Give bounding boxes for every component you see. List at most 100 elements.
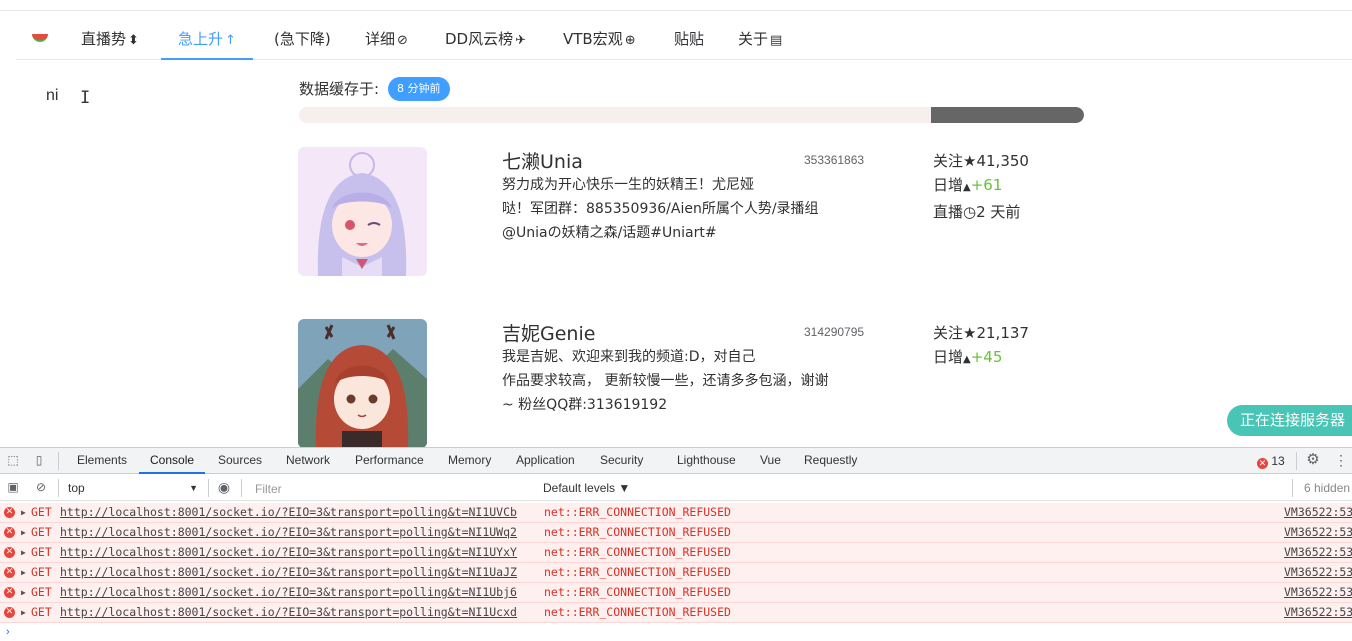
expand-triangle-icon[interactable]: ▶ xyxy=(21,583,26,602)
log-source-link[interactable]: VM36522:53 xyxy=(1284,563,1352,582)
vtb-name[interactable]: 吉妮Genie xyxy=(502,319,595,346)
error-icon: ✕ xyxy=(4,547,15,558)
vtb-stats: 关注★41,350 日增▲+61 直播◷2 天前 xyxy=(933,149,1029,224)
tab-elements[interactable]: Elements xyxy=(77,448,127,474)
tab-requestly[interactable]: Requestly xyxy=(804,448,857,474)
nav-item-live[interactable]: 直播势 ⬍ xyxy=(64,20,156,60)
nav-item-rising[interactable]: 急上升 ↑ xyxy=(161,20,253,60)
zoom-in-icon: ⊕ xyxy=(624,33,636,48)
tab-application[interactable]: Application xyxy=(516,448,575,474)
console-toolbar: ▣ ⊘ top ▼ ◉ Filter Default levels ▼ 6 hi… xyxy=(0,475,1352,501)
more-vertical-icon[interactable]: ⋮ xyxy=(1334,453,1348,467)
star-icon: ★ xyxy=(963,324,977,342)
device-toggle-icon[interactable]: ▯ xyxy=(32,453,46,467)
log-error-text: net::ERR_CONNECTION_REFUSED xyxy=(544,565,731,579)
error-counter[interactable]: ✕ 13 xyxy=(1257,454,1285,469)
nav-item-detail[interactable]: 详细 ⊘ xyxy=(348,20,425,60)
clock-icon: ◷ xyxy=(963,203,977,221)
log-url-link[interactable]: http://localhost:8001/socket.io/?EIO=3&t… xyxy=(60,583,517,602)
caret-up-icon: ▲ xyxy=(963,354,971,365)
log-source-link[interactable]: VM36522:53 xyxy=(1284,583,1352,602)
expand-triangle-icon[interactable]: ▶ xyxy=(21,603,26,622)
console-log-list: ✕ ▶ GET http://localhost:8001/socket.io/?… xyxy=(0,503,1352,623)
vtb-avatar[interactable] xyxy=(298,319,427,447)
log-url-link[interactable]: http://localhost:8001/socket.io/?EIO=3&t… xyxy=(60,523,517,542)
document-icon: ▤ xyxy=(770,33,783,48)
expand-triangle-icon[interactable]: ▶ xyxy=(21,503,26,522)
daily-growth: +45 xyxy=(970,348,1003,366)
log-source-link[interactable]: VM36522:53 xyxy=(1284,503,1352,522)
nav-item-about[interactable]: 关于 ▤ xyxy=(721,20,799,60)
send-icon: ✈ xyxy=(515,33,527,48)
cache-time-badge: 8 分钟前 xyxy=(388,77,450,101)
tab-vue[interactable]: Vue xyxy=(760,448,781,474)
log-method: GET xyxy=(31,605,52,619)
text-cursor-icon: I xyxy=(80,88,91,108)
live-stat: 直播◷2 天前 xyxy=(933,200,1029,224)
daily-label: 日增 xyxy=(933,176,964,194)
log-url-link[interactable]: http://localhost:8001/socket.io/?EIO=3&t… xyxy=(60,563,517,582)
nav-item-dd-ranking[interactable]: DD风云榜 ✈ xyxy=(428,20,543,60)
log-error-text: net::ERR_CONNECTION_REFUSED xyxy=(544,605,731,619)
vtb-sign-line: ~ 粉丝QQ群:313619192 xyxy=(502,397,668,413)
console-error-row[interactable]: ✕ ▶ GET http://localhost:8001/socket.io/?… xyxy=(0,563,1352,583)
tab-network[interactable]: Network xyxy=(286,448,330,474)
connecting-status-button[interactable]: 正在连接服务器 xyxy=(1227,405,1352,436)
console-error-row[interactable]: ✕ ▶ GET http://localhost:8001/socket.io/?… xyxy=(0,523,1352,543)
vtb-sign-line: 作品要求较高， 更新较慢一些，还请多多包涵，谢谢 xyxy=(502,373,829,389)
compass-icon: ⊘ xyxy=(397,33,408,48)
log-source-link[interactable]: VM36522:53 xyxy=(1284,603,1352,622)
tab-console[interactable]: Console xyxy=(139,448,206,474)
tab-sources[interactable]: Sources xyxy=(218,448,262,474)
console-prompt[interactable]: › xyxy=(0,626,1352,641)
refresh-progress-bar xyxy=(299,107,1084,123)
nav-logo[interactable] xyxy=(16,20,64,60)
log-url-link[interactable]: http://localhost:8001/socket.io/?EIO=3&t… xyxy=(60,603,517,622)
tab-performance[interactable]: Performance xyxy=(355,448,424,474)
vtb-avatar[interactable] xyxy=(298,147,427,276)
daily-growth: +61 xyxy=(970,176,1003,194)
log-source-link[interactable]: VM36522:53 xyxy=(1284,543,1352,562)
vtb-sign-line: @Uniaの妖精之森/话题#Uniart# xyxy=(502,225,717,241)
expand-triangle-icon[interactable]: ▶ xyxy=(21,563,26,582)
log-url-link[interactable]: http://localhost:8001/socket.io/?EIO=3&t… xyxy=(60,543,517,562)
nav-item-tietie[interactable]: 贴贴 xyxy=(657,20,721,60)
console-error-row[interactable]: ✕ ▶ GET http://localhost:8001/socket.io/?… xyxy=(0,583,1352,603)
log-url-link[interactable]: http://localhost:8001/socket.io/?EIO=3&t… xyxy=(60,503,517,522)
arrow-up-icon: ↑ xyxy=(225,33,236,48)
console-error-row[interactable]: ✕ ▶ GET http://localhost:8001/socket.io/?… xyxy=(0,603,1352,623)
log-method: GET xyxy=(31,505,52,519)
sidebar-toggle-icon[interactable]: ▣ xyxy=(6,480,20,494)
console-error-row[interactable]: ✕ ▶ GET http://localhost:8001/socket.io/?… xyxy=(0,543,1352,563)
tab-memory[interactable]: Memory xyxy=(448,448,491,474)
expand-triangle-icon[interactable]: ▶ xyxy=(21,543,26,562)
nav-item-falling[interactable]: (急下降) xyxy=(257,20,348,60)
log-method: GET xyxy=(31,525,52,539)
eye-icon[interactable]: ◉ xyxy=(217,480,231,494)
console-filter-input[interactable]: Filter xyxy=(248,478,533,498)
tab-lighthouse[interactable]: Lighthouse xyxy=(677,448,736,474)
vtb-card[interactable]: 七濑Unia 353361863 努力成为开心快乐一生的妖精王！尤尼娅 哒！军团… xyxy=(298,147,1098,287)
context-select[interactable]: top ▼ xyxy=(62,478,204,498)
follower-count: 41,350 xyxy=(976,152,1029,170)
vtb-sign-line: 努力成为开心快乐一生的妖精王！尤尼娅 xyxy=(502,177,754,193)
log-source-link[interactable]: VM36522:53 xyxy=(1284,523,1352,542)
tab-security[interactable]: Security xyxy=(600,448,643,474)
daily-stat: 日增▲+61 xyxy=(933,173,1029,200)
error-count: 13 xyxy=(1271,454,1285,468)
nav-item-label: 关于 xyxy=(738,30,769,48)
context-value: top xyxy=(68,481,85,495)
nav-item-label: 急上升 xyxy=(178,30,224,48)
inspect-element-icon[interactable]: ⬚ xyxy=(6,453,20,467)
vtb-name[interactable]: 七濑Unia xyxy=(502,147,583,174)
expand-triangle-icon[interactable]: ▶ xyxy=(21,523,26,542)
vtb-card[interactable]: 吉妮Genie 314290795 我是吉妮、欢迎来到我的频道:D，对自己 作品… xyxy=(298,319,1098,447)
nav-item-vtb-macro[interactable]: VTB宏观 ⊕ xyxy=(546,20,653,60)
console-error-row[interactable]: ✕ ▶ GET http://localhost:8001/socket.io/?… xyxy=(0,503,1352,523)
error-icon: ✕ xyxy=(1257,458,1268,469)
gear-icon[interactable]: ⚙ xyxy=(1306,452,1320,467)
clear-console-icon[interactable]: ⊘ xyxy=(34,480,48,494)
search-input[interactable] xyxy=(46,85,246,107)
log-levels-dropdown[interactable]: Default levels ▼ xyxy=(543,478,630,498)
log-error-text: net::ERR_CONNECTION_REFUSED xyxy=(544,505,731,519)
